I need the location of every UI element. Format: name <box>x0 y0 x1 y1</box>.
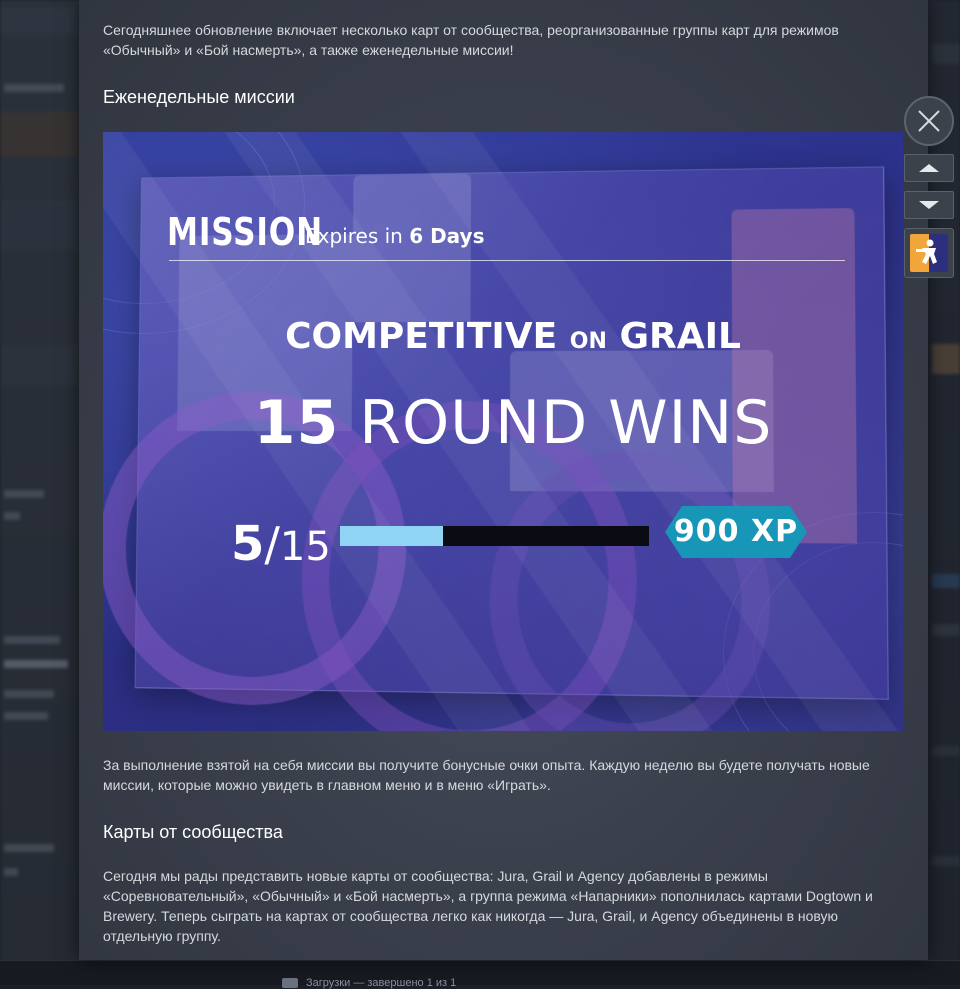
progress-total: 15 <box>279 524 331 570</box>
mission-goal-count: 15 <box>253 388 340 458</box>
mission-expiry-value: 6 Days <box>409 224 485 248</box>
progress-current: 5 <box>231 516 265 572</box>
mission-mode: COMPETITIVE <box>285 316 558 357</box>
mission-reward-badge: 900 XP <box>665 506 807 558</box>
intro-paragraph: Сегодняшнее обновление включает нескольк… <box>103 22 839 58</box>
mission-progress-count: 5/15 <box>231 516 331 572</box>
mission-banner-image: MISSION Expires in 6 Days COMPETITIVE ON… <box>103 132 903 731</box>
mission-progress-fill <box>340 526 443 546</box>
chevron-up-icon <box>919 164 939 172</box>
missions-description: За выполнение взятой на себя миссии вы п… <box>103 757 870 793</box>
mission-expiry-prefix: Expires in <box>305 224 403 248</box>
close-icon <box>918 110 940 132</box>
mission-progress-bar <box>340 526 649 546</box>
mission-divider <box>169 260 845 261</box>
community-maps-description: Сегодня мы рады представить новые карты … <box>103 868 873 944</box>
mission-goal-text: ROUND WINS <box>359 388 773 458</box>
mission-expiry: Expires in 6 Days <box>305 224 485 248</box>
next-announcement-button[interactable] <box>904 191 954 219</box>
mission-mode-line: COMPETITIVE ON GRAIL <box>103 316 903 357</box>
section-heading-weekly-missions: Еженедельные миссии <box>103 87 295 107</box>
close-button[interactable] <box>904 96 954 146</box>
previous-announcement-button[interactable] <box>904 154 954 182</box>
downloads-status-text: Загрузки — завершено 1 из 1 <box>306 977 457 989</box>
progress-separator: / <box>264 517 280 571</box>
mission-mode-joiner: ON <box>569 329 607 354</box>
mission-goal: 15 ROUND WINS <box>103 388 903 458</box>
chevron-down-icon <box>919 201 939 209</box>
announcement-panel: Сегодняшнее обновление включает нескольк… <box>79 0 928 960</box>
mission-title: MISSION <box>167 210 323 254</box>
downloads-status-bar[interactable]: Загрузки — завершено 1 из 1 <box>0 960 960 989</box>
background-left-column <box>0 0 80 984</box>
mission-map: GRAIL <box>619 316 741 357</box>
section-heading-community-maps: Карты от сообщества <box>103 822 283 842</box>
game-thumbnail-button[interactable] <box>904 228 954 278</box>
downloads-icon <box>282 978 298 988</box>
counter-strike-icon <box>910 234 948 272</box>
background-right-column <box>928 0 960 984</box>
